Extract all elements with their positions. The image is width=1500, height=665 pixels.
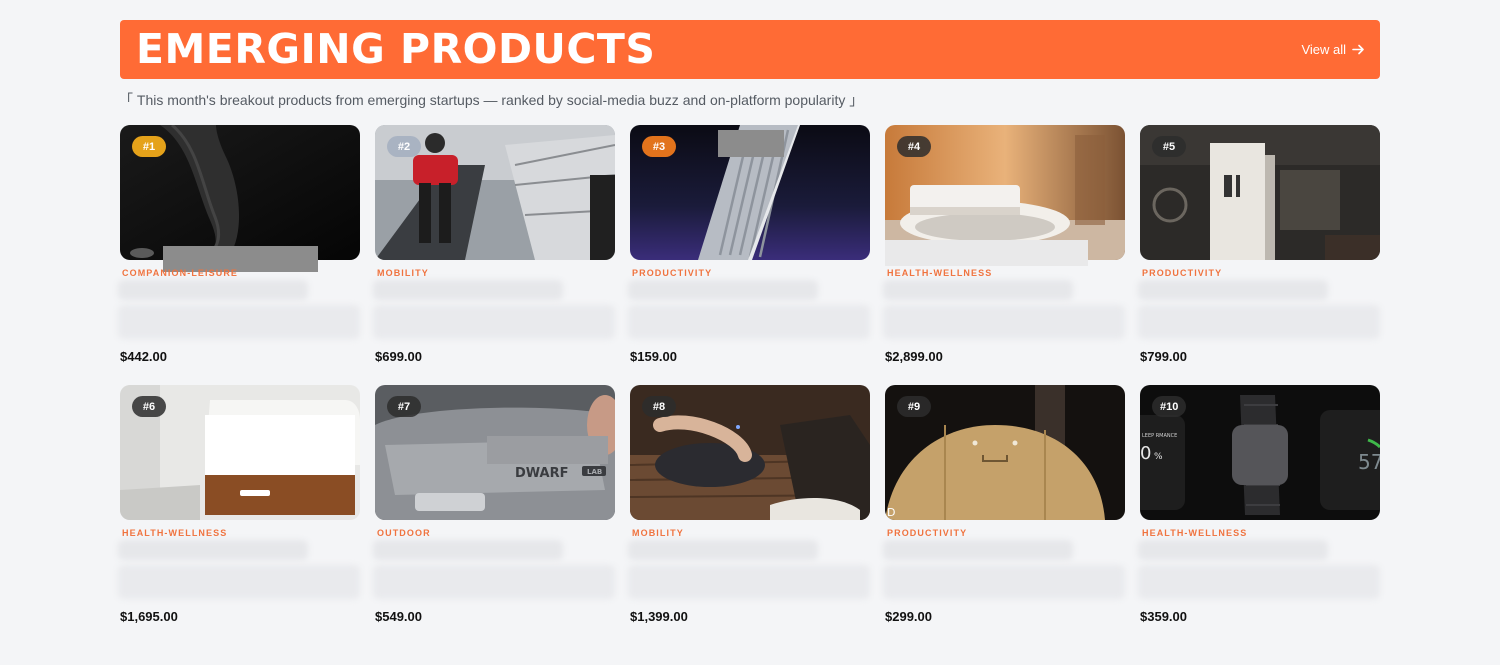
product-price: $799.00 bbox=[1140, 349, 1187, 364]
product-name-placeholder bbox=[1138, 540, 1328, 560]
product-description-placeholder bbox=[1138, 305, 1380, 339]
category-label: OUTDOOR bbox=[377, 528, 431, 538]
product-card[interactable]: #2 MOBILITY $699.00 bbox=[373, 125, 615, 364]
product-card[interactable]: LEEP RMANCE 0 % 57 #10 HEALTH-WELLNESS $… bbox=[1138, 385, 1380, 624]
product-description-placeholder bbox=[628, 305, 870, 339]
section-title: EMERGING PRODUCTS bbox=[136, 25, 656, 73]
category-label: MOBILITY bbox=[377, 268, 429, 278]
product-image: D #9 bbox=[885, 385, 1125, 520]
product-description-placeholder bbox=[373, 305, 615, 339]
robot-letter-text: D bbox=[887, 506, 895, 519]
product-image: #6 bbox=[120, 385, 360, 520]
product-description-placeholder bbox=[118, 305, 360, 339]
rank-badge: #1 bbox=[132, 136, 166, 157]
product-card[interactable]: #5 PRODUCTIVITY $799.00 bbox=[1138, 125, 1380, 364]
dwarf-logo-text: DWARF bbox=[515, 466, 569, 481]
product-name-placeholder bbox=[628, 280, 818, 300]
redacted-overlay bbox=[487, 436, 608, 464]
product-card[interactable]: D #9 PRODUCTIVITY $299.00 bbox=[883, 385, 1125, 624]
product-image: LEEP RMANCE 0 % 57 #10 bbox=[1140, 385, 1380, 520]
product-price: $159.00 bbox=[630, 349, 677, 364]
rank-badge: #4 bbox=[897, 136, 931, 157]
redacted-overlay bbox=[718, 130, 784, 157]
view-all-label: View all bbox=[1301, 42, 1346, 57]
product-grid: #1 COMPANION-LEISURE $442.00 #2 MOBILITY… bbox=[118, 125, 1380, 624]
product-description-placeholder bbox=[883, 565, 1125, 599]
product-name-placeholder bbox=[883, 280, 1073, 300]
watch-screen-right-value: 57 bbox=[1358, 450, 1380, 474]
category-label: HEALTH-WELLNESS bbox=[1142, 528, 1248, 538]
redacted-overlay bbox=[885, 240, 1088, 266]
product-image: #8 bbox=[630, 385, 870, 520]
category-label: HEALTH-WELLNESS bbox=[122, 528, 228, 538]
rank-badge: #2 bbox=[387, 136, 421, 157]
dwarf-lab-text: LAB bbox=[587, 468, 602, 476]
product-price: $2,899.00 bbox=[885, 349, 943, 364]
product-card[interactable]: #3 PRODUCTIVITY $159.00 bbox=[628, 125, 870, 364]
rank-badge: #8 bbox=[642, 396, 676, 417]
view-all-link[interactable]: View all bbox=[1301, 42, 1365, 57]
watch-screen-pct: % bbox=[1154, 452, 1163, 462]
product-description-placeholder bbox=[883, 305, 1125, 339]
product-name-placeholder bbox=[118, 540, 308, 560]
product-name-placeholder bbox=[373, 280, 563, 300]
product-price: $1,399.00 bbox=[630, 609, 688, 624]
product-price: $299.00 bbox=[885, 609, 932, 624]
watch-screen-left-value: 0 bbox=[1140, 443, 1151, 464]
watch-screen-label: LEEP RMANCE bbox=[1142, 433, 1177, 439]
product-description-placeholder bbox=[373, 565, 615, 599]
product-price: $549.00 bbox=[375, 609, 422, 624]
rank-badge: #9 bbox=[897, 396, 931, 417]
category-label: MOBILITY bbox=[632, 528, 684, 538]
product-image: #2 bbox=[375, 125, 615, 260]
category-label: PRODUCTIVITY bbox=[1142, 268, 1223, 278]
product-description-placeholder bbox=[118, 565, 360, 599]
arrow-right-icon bbox=[1352, 43, 1365, 56]
rank-badge: #7 bbox=[387, 396, 421, 417]
section-subtitle: 「 This month's breakout products from em… bbox=[119, 92, 864, 108]
product-image: #5 bbox=[1140, 125, 1380, 260]
product-price: $442.00 bbox=[120, 349, 167, 364]
product-image: #3 bbox=[630, 125, 870, 260]
rank-badge: #10 bbox=[1152, 396, 1187, 417]
product-card[interactable]: #4 HEALTH-WELLNESS $2,899.00 bbox=[883, 125, 1125, 364]
product-name-placeholder bbox=[628, 540, 818, 560]
product-name-placeholder bbox=[373, 540, 563, 560]
product-name-placeholder bbox=[118, 280, 308, 300]
rank-badge: #5 bbox=[1152, 136, 1186, 157]
category-label: COMPANION-LEISURE bbox=[122, 268, 239, 278]
category-label: PRODUCTIVITY bbox=[887, 528, 968, 538]
product-price: $1,695.00 bbox=[120, 609, 178, 624]
rank-badge: #3 bbox=[642, 136, 676, 157]
product-card[interactable]: #8 MOBILITY $1,399.00 bbox=[628, 385, 870, 624]
product-image: #1 bbox=[120, 125, 360, 260]
product-card[interactable]: DWARF LAB #7 OUTDOOR $549.00 bbox=[373, 385, 615, 624]
product-price: $699.00 bbox=[375, 349, 422, 364]
product-price: $359.00 bbox=[1140, 609, 1187, 624]
product-card[interactable]: #6 HEALTH-WELLNESS $1,695.00 bbox=[118, 385, 360, 624]
category-label: HEALTH-WELLNESS bbox=[887, 268, 993, 278]
product-card[interactable]: #1 COMPANION-LEISURE $442.00 bbox=[118, 125, 360, 364]
product-name-placeholder bbox=[1138, 280, 1328, 300]
product-description-placeholder bbox=[1138, 565, 1380, 599]
category-label: PRODUCTIVITY bbox=[632, 268, 713, 278]
rank-badge: #6 bbox=[132, 396, 166, 417]
product-image: DWARF LAB #7 bbox=[375, 385, 615, 520]
product-description-placeholder bbox=[628, 565, 870, 599]
section-banner: EMERGING PRODUCTS View all bbox=[120, 20, 1380, 79]
product-name-placeholder bbox=[883, 540, 1073, 560]
